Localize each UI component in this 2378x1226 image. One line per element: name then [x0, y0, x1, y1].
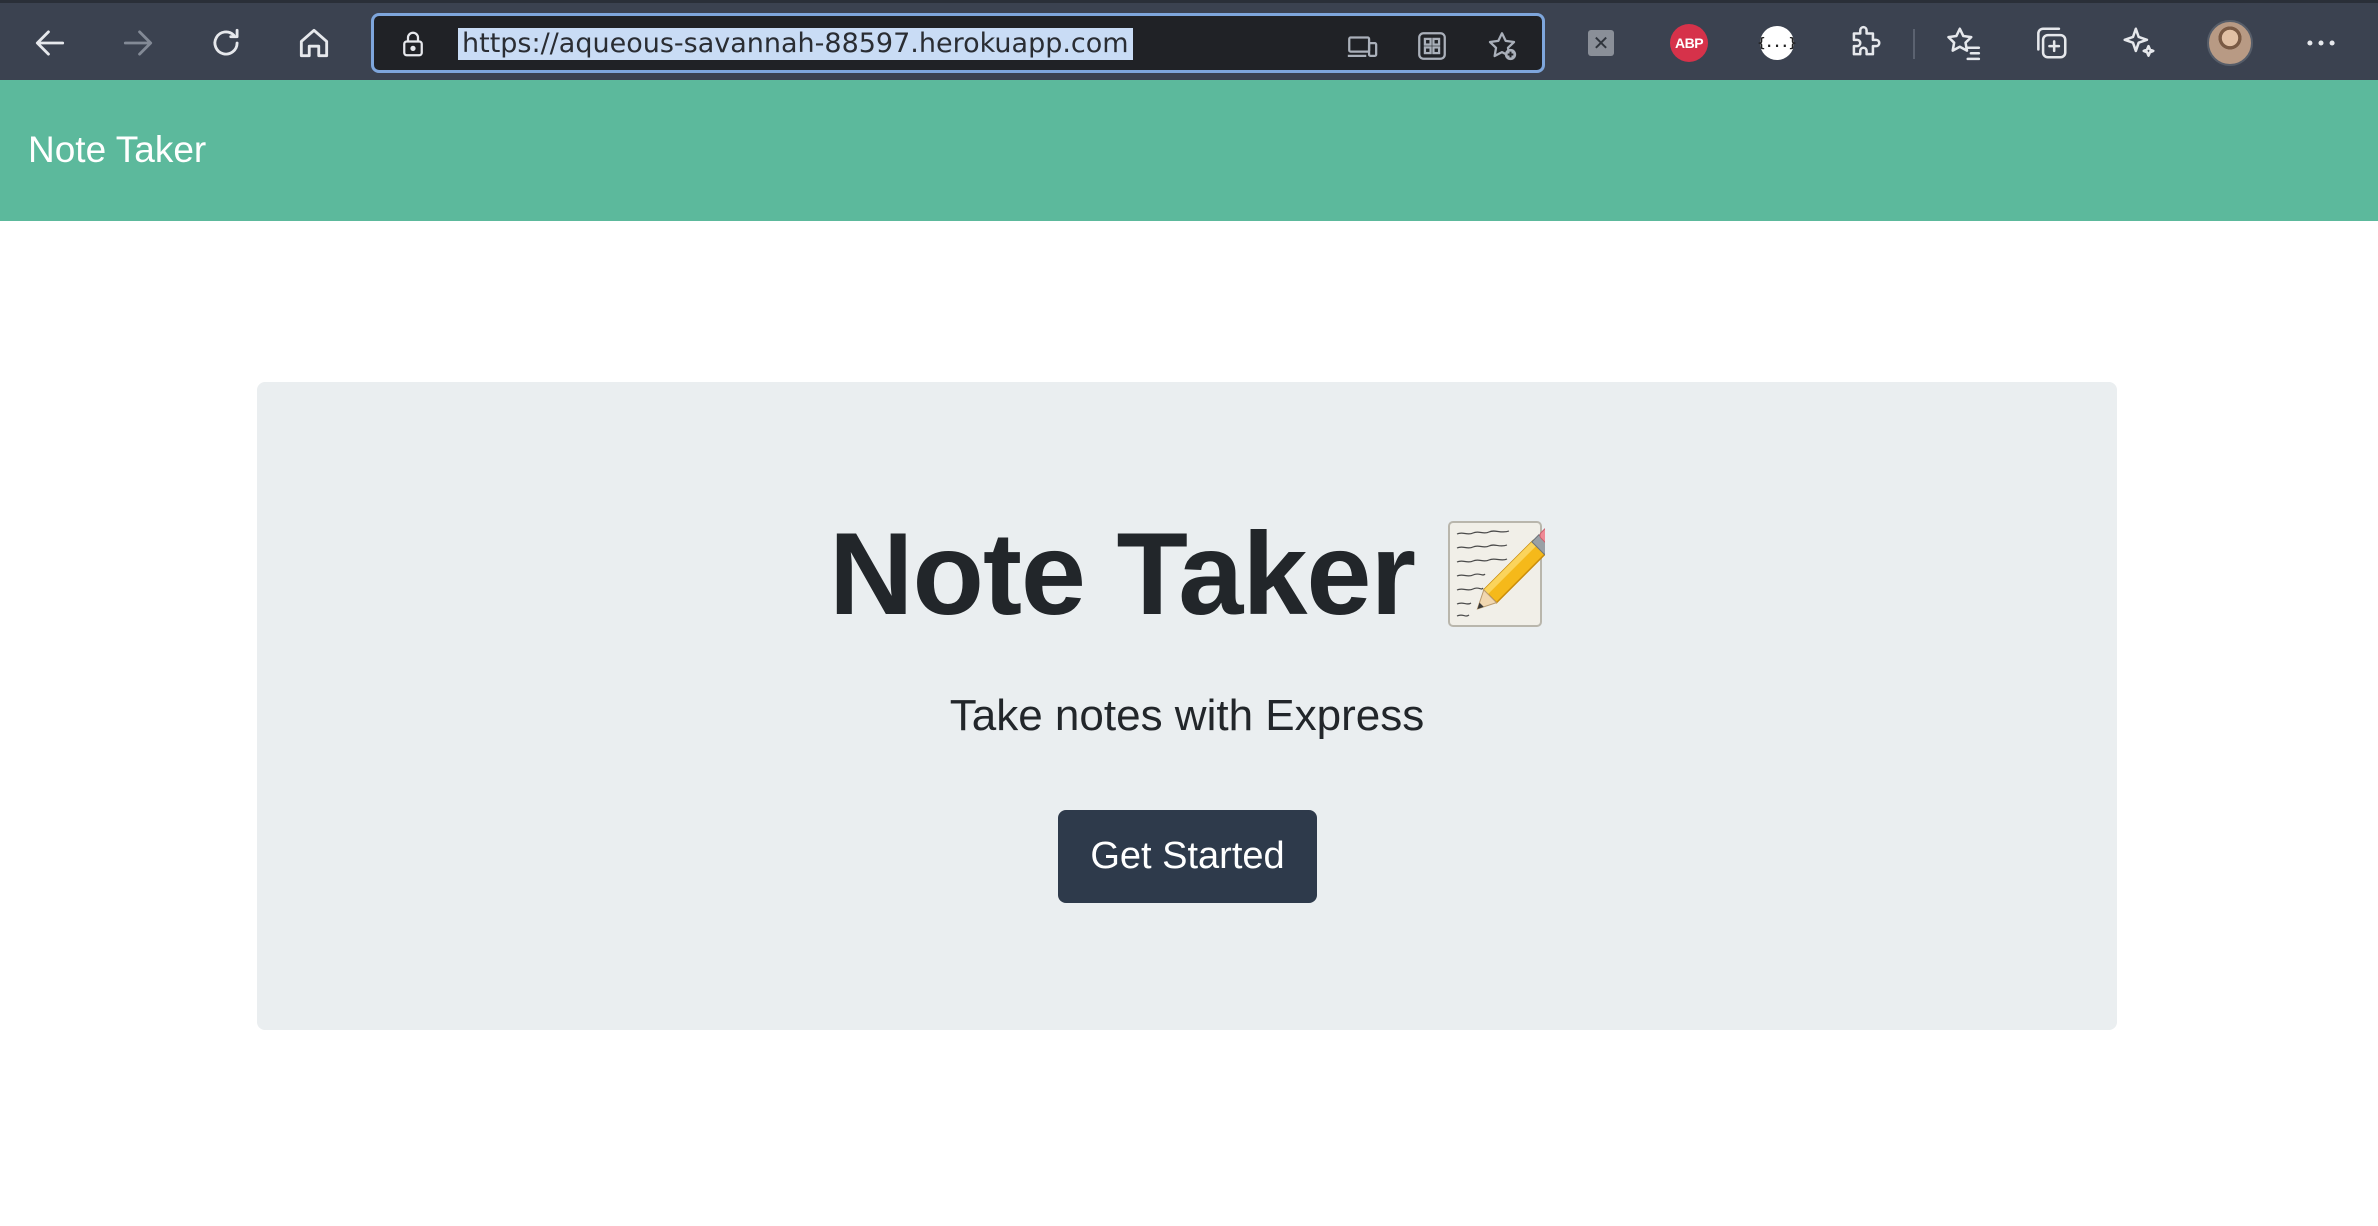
- adblock-extension-button[interactable]: ABP: [1665, 19, 1713, 67]
- hero-jumbotron: Note Taker Take notes with Express Get S…: [257, 382, 2117, 1030]
- home-icon: [299, 28, 329, 58]
- json-extension-button[interactable]: {...}: [1753, 19, 1801, 67]
- get-started-button[interactable]: Get Started: [1058, 810, 1317, 903]
- add-favorite-icon: [1488, 32, 1517, 61]
- close-box-icon: ✕: [1588, 30, 1614, 56]
- back-icon: [35, 30, 65, 56]
- apps-icon: [1418, 32, 1446, 60]
- devices-button[interactable]: [1344, 28, 1380, 64]
- collections-icon: [2037, 27, 2067, 59]
- profile-button[interactable]: [2206, 19, 2254, 67]
- favorites-icon: [1947, 27, 1981, 61]
- page-title: Note Taker: [828, 508, 1416, 639]
- devices-icon: [1347, 36, 1378, 58]
- app-navbar: Note Taker: [0, 80, 2378, 221]
- apps-button[interactable]: [1414, 28, 1450, 64]
- more-icon: [2307, 40, 2335, 46]
- extensions-button[interactable]: [1841, 19, 1889, 67]
- browser-toolbar: https://aqueous-savannah-88597.herokuapp…: [0, 0, 2378, 80]
- home-button[interactable]: [284, 13, 344, 73]
- url-text[interactable]: https://aqueous-savannah-88597.herokuapp…: [458, 28, 1133, 60]
- refresh-icon: [213, 28, 239, 56]
- extensions-icon: [1852, 25, 1881, 56]
- copilot-icon: [2123, 27, 2155, 57]
- copilot-button[interactable]: [2115, 19, 2163, 67]
- toolbar-separator: [1913, 29, 1915, 59]
- refresh-button[interactable]: [196, 13, 256, 73]
- memo-icon: [1448, 521, 1546, 627]
- forward-button[interactable]: [108, 13, 168, 73]
- back-button[interactable]: [20, 13, 80, 73]
- forward-icon: [123, 30, 153, 56]
- extension-x-button[interactable]: ✕: [1577, 19, 1625, 67]
- hero-subtitle: Take notes with Express: [949, 691, 1425, 740]
- adblock-icon: ABP: [1670, 24, 1708, 62]
- favorites-button[interactable]: [1939, 19, 1987, 67]
- json-viewer-icon: {...}: [1757, 26, 1797, 60]
- more-button[interactable]: [2297, 19, 2345, 67]
- hero-title-row: Note Taker: [257, 509, 2117, 639]
- navbar-brand[interactable]: Note Taker: [28, 128, 206, 172]
- collections-button[interactable]: [2027, 19, 2075, 67]
- address-bar[interactable]: https://aqueous-savannah-88597.herokuapp…: [371, 13, 1545, 73]
- avatar: [2207, 20, 2253, 66]
- lock-icon[interactable]: [398, 29, 428, 59]
- add-favorite-button[interactable]: [1484, 28, 1520, 64]
